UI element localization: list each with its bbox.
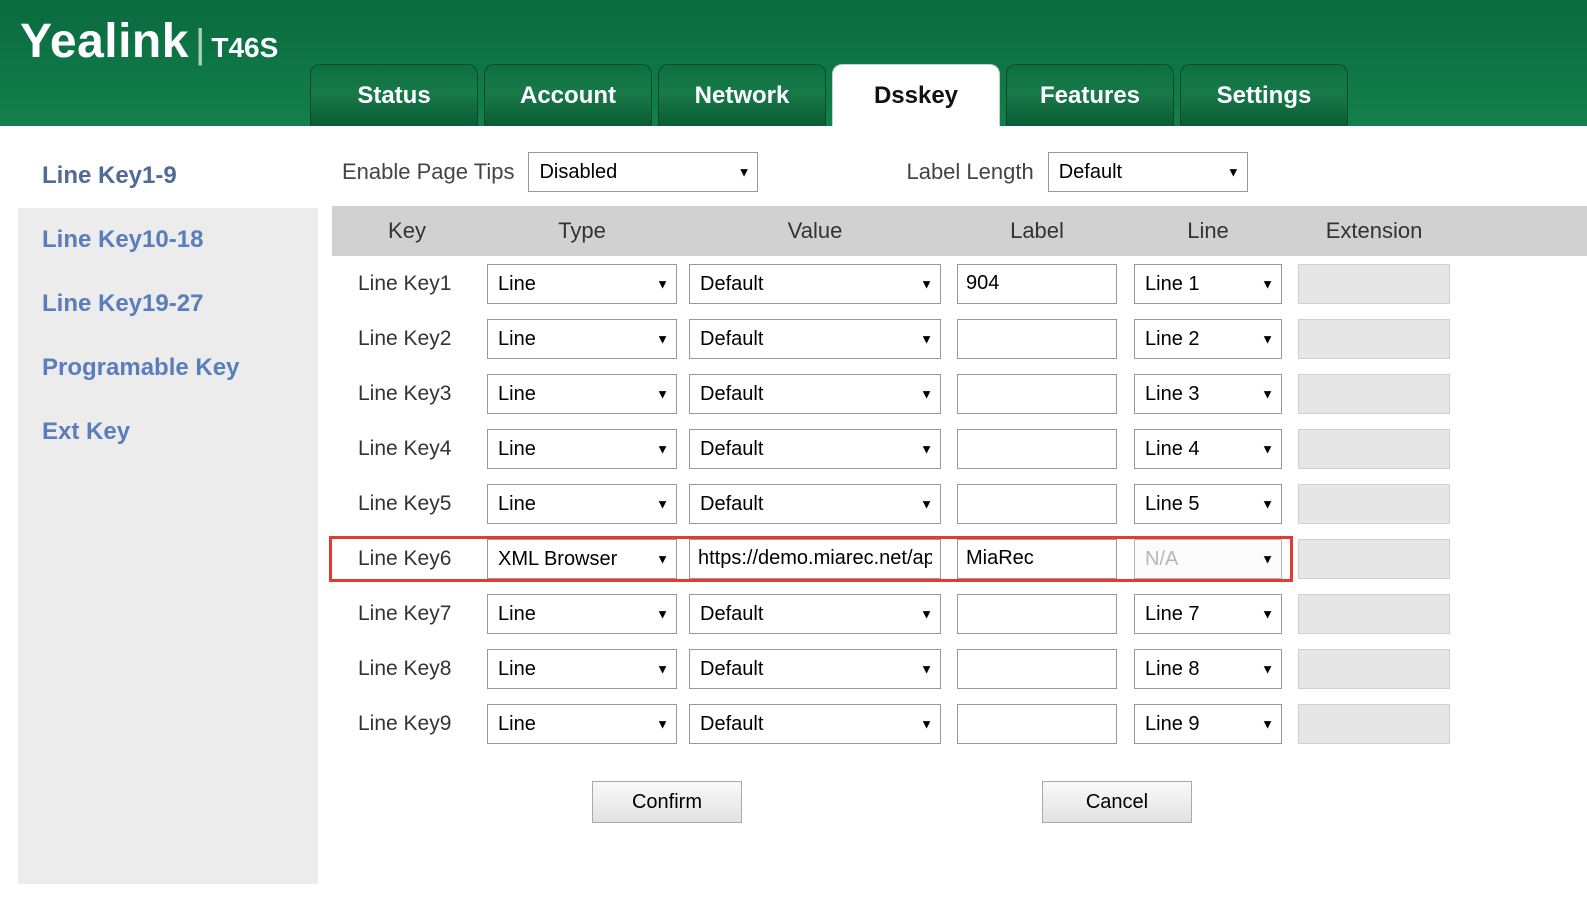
logo: Yealink | T46S <box>20 14 278 69</box>
type-select[interactable]: Line <box>487 594 677 634</box>
col-line: Line <box>1126 218 1290 244</box>
table-header: Key Type Value Label Line Extension <box>332 206 1587 256</box>
cancel-button[interactable]: Cancel <box>1042 781 1192 823</box>
brand-name: Yealink <box>20 14 189 69</box>
label-input[interactable] <box>957 484 1117 524</box>
label-input[interactable] <box>957 264 1117 304</box>
sidebar-item-line-key-19-27[interactable]: Line Key19-27 <box>18 272 318 336</box>
table-row: Line Key1Line Default Line 1 <box>332 256 1587 311</box>
col-key: Key <box>332 218 482 244</box>
row-key-label: Line Key2 <box>352 327 482 351</box>
type-select[interactable]: Line <box>487 649 677 689</box>
col-ext: Extension <box>1290 218 1458 244</box>
extension-field <box>1298 319 1450 359</box>
brand-divider: | <box>195 22 205 67</box>
value-select[interactable]: Default <box>689 264 941 304</box>
main-panel: Enable Page Tips Disabled Label Length D… <box>318 144 1587 884</box>
extension-field <box>1298 374 1450 414</box>
type-select[interactable]: XML Browser <box>487 539 677 579</box>
sidebar-item-line-key-10-18[interactable]: Line Key10-18 <box>18 208 318 272</box>
label-input[interactable] <box>957 649 1117 689</box>
top-controls: Enable Page Tips Disabled Label Length D… <box>332 144 1587 206</box>
line-select[interactable]: Line 9 <box>1134 704 1282 744</box>
line-select[interactable]: Line 1 <box>1134 264 1282 304</box>
label-length-label: Label Length <box>906 159 1033 185</box>
value-select[interactable]: Default <box>689 704 941 744</box>
extension-field <box>1298 594 1450 634</box>
brand-model: T46S <box>211 32 278 64</box>
line-select[interactable]: Line 7 <box>1134 594 1282 634</box>
sidebar-item-line-key-1-9[interactable]: Line Key1-9 <box>18 144 319 208</box>
tab-network[interactable]: Network <box>658 64 826 126</box>
table-row: Line Key4Line Default Line 4 <box>332 421 1587 476</box>
extension-field <box>1298 429 1450 469</box>
line-select: N/A <box>1134 539 1282 579</box>
type-select[interactable]: Line <box>487 374 677 414</box>
label-length-select[interactable]: Default <box>1048 152 1248 192</box>
table-row: Line Key2Line Default Line 2 <box>332 311 1587 366</box>
main-nav: StatusAccountNetworkDsskeyFeaturesSettin… <box>310 64 1348 126</box>
value-select[interactable]: Default <box>689 594 941 634</box>
row-key-label: Line Key8 <box>352 657 482 681</box>
value-select[interactable]: Default <box>689 429 941 469</box>
sidebar-item-programable-key[interactable]: Programable Key <box>18 336 318 400</box>
label-input[interactable] <box>957 704 1117 744</box>
value-select[interactable]: Default <box>689 319 941 359</box>
label-input[interactable] <box>957 429 1117 469</box>
line-select[interactable]: Line 8 <box>1134 649 1282 689</box>
content: Line Key1-9Line Key10-18Line Key19-27Pro… <box>0 126 1587 884</box>
value-select[interactable]: Default <box>689 374 941 414</box>
label-input[interactable] <box>957 539 1117 579</box>
tab-features[interactable]: Features <box>1006 64 1174 126</box>
table-row: Line Key3Line Default Line 3 <box>332 366 1587 421</box>
row-key-label: Line Key3 <box>352 382 482 406</box>
line-select[interactable]: Line 5 <box>1134 484 1282 524</box>
tab-dsskey[interactable]: Dsskey <box>832 64 1000 126</box>
extension-field <box>1298 649 1450 689</box>
confirm-button[interactable]: Confirm <box>592 781 742 823</box>
row-key-label: Line Key1 <box>352 272 482 296</box>
line-select[interactable]: Line 4 <box>1134 429 1282 469</box>
value-input[interactable] <box>689 539 941 579</box>
tab-account[interactable]: Account <box>484 64 652 126</box>
table-row: Line Key6XML Browser N/A <box>332 531 1587 586</box>
label-input[interactable] <box>957 319 1117 359</box>
enable-page-tips-select[interactable]: Disabled <box>528 152 758 192</box>
table-row: Line Key9Line Default Line 9 <box>332 696 1587 751</box>
row-key-label: Line Key7 <box>352 602 482 626</box>
value-select[interactable]: Default <box>689 649 941 689</box>
row-key-label: Line Key9 <box>352 712 482 736</box>
enable-page-tips-label: Enable Page Tips <box>342 159 514 185</box>
extension-field <box>1298 484 1450 524</box>
row-key-label: Line Key4 <box>352 437 482 461</box>
type-select[interactable]: Line <box>487 429 677 469</box>
sidebar: Line Key1-9Line Key10-18Line Key19-27Pro… <box>18 144 318 884</box>
table-rows: Line Key1LineDefaultLine 1Line Key2LineD… <box>332 256 1587 751</box>
table-row: Line Key8Line Default Line 8 <box>332 641 1587 696</box>
value-select[interactable]: Default <box>689 484 941 524</box>
button-row: Confirm Cancel <box>332 751 1587 823</box>
table-row: Line Key7Line Default Line 7 <box>332 586 1587 641</box>
sidebar-item-ext-key[interactable]: Ext Key <box>18 400 318 464</box>
row-key-label: Line Key5 <box>352 492 482 516</box>
line-select[interactable]: Line 3 <box>1134 374 1282 414</box>
header: Yealink | T46S StatusAccountNetworkDsske… <box>0 0 1587 126</box>
line-select[interactable]: Line 2 <box>1134 319 1282 359</box>
label-input[interactable] <box>957 374 1117 414</box>
extension-field <box>1298 704 1450 744</box>
tab-status[interactable]: Status <box>310 64 478 126</box>
type-select[interactable]: Line <box>487 484 677 524</box>
tab-settings[interactable]: Settings <box>1180 64 1348 126</box>
type-select[interactable]: Line <box>487 704 677 744</box>
label-input[interactable] <box>957 594 1117 634</box>
col-label: Label <box>948 218 1126 244</box>
col-type: Type <box>482 218 682 244</box>
col-value: Value <box>682 218 948 244</box>
extension-field <box>1298 539 1450 579</box>
type-select[interactable]: Line <box>487 264 677 304</box>
extension-field <box>1298 264 1450 304</box>
table-row: Line Key5Line Default Line 5 <box>332 476 1587 531</box>
row-key-label: Line Key6 <box>352 547 482 571</box>
type-select[interactable]: Line <box>487 319 677 359</box>
